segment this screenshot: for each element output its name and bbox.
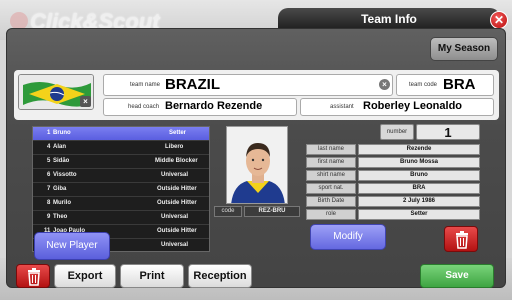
detail-row-birth-date[interactable]: Birth Date 2 July 1986 (306, 196, 480, 207)
clear-team-name-icon[interactable]: × (379, 79, 390, 90)
export-button[interactable]: Export (54, 264, 116, 288)
player-role: Libero (165, 144, 184, 150)
player-name: Murilo (53, 200, 71, 206)
player-role: Universal (161, 172, 189, 178)
player-role: Outside Hitter (157, 200, 197, 206)
player-row[interactable]: 8 Murilo Outside Hitter (33, 197, 209, 211)
head-coach-label: head coach (128, 104, 160, 110)
detail-label: first name (306, 157, 356, 168)
detail-value: Setter (358, 209, 480, 220)
detail-row-sport-nat[interactable]: sport nat. BRA (306, 183, 480, 194)
team-name-value: BRAZIL (165, 76, 220, 93)
detail-label: role (306, 209, 356, 220)
team-name-label: team name (130, 82, 161, 88)
detail-row-last-name[interactable]: last name Rezende (306, 144, 480, 155)
player-number: 4 (47, 144, 51, 150)
reception-button[interactable]: Reception (188, 264, 252, 288)
close-button[interactable]: ✕ (490, 11, 508, 29)
detail-label: Birth Date (306, 196, 356, 207)
detail-value: Bruno (358, 170, 480, 181)
player-row[interactable]: 4 Alan Libero (33, 141, 209, 155)
player-row[interactable]: 6 Vissotto Universal (33, 169, 209, 183)
player-code-value: REZ-BRU (244, 206, 300, 217)
assistant-label: assistant (330, 104, 354, 110)
detail-row-shirt-name[interactable]: shirt name Bruno (306, 170, 480, 181)
number-label: number (380, 124, 414, 140)
head-coach-value: Bernardo Rezende (165, 100, 263, 112)
detail-value: BRA (358, 183, 480, 194)
player-role: Outside Hitter (157, 186, 197, 192)
player-photo (226, 126, 288, 204)
player-role: Outside Hitter (157, 228, 197, 234)
player-name: Vissotto (53, 172, 77, 178)
player-number: 1 (47, 130, 51, 136)
team-code-value: BRA (443, 76, 476, 93)
player-code-label: code (214, 206, 242, 217)
player-number: 6 (47, 172, 51, 178)
detail-value: Rezende (358, 144, 480, 155)
player-role: Universal (161, 214, 189, 220)
player-role: Setter (169, 130, 187, 136)
trash-icon (456, 231, 468, 249)
detail-row-first-name[interactable]: first name Bruno Mossa (306, 157, 480, 168)
delete-player-button[interactable] (444, 226, 478, 252)
player-number: 8 (47, 200, 51, 206)
player-number: 9 (47, 214, 51, 220)
window-title: Team Info (278, 8, 500, 30)
player-portrait-icon (227, 127, 287, 203)
player-role: Universal (161, 242, 189, 248)
player-name: Bruno (53, 130, 71, 136)
number-value[interactable]: 1 (416, 124, 480, 140)
player-row[interactable]: 5 Sidão Middle Blocker (33, 155, 209, 169)
new-player-button[interactable]: New Player (34, 232, 110, 260)
remove-flag-icon[interactable]: × (80, 96, 91, 107)
detail-label: shirt name (306, 170, 356, 181)
player-name: Giba (53, 186, 67, 192)
player-row[interactable]: 1 Bruno Setter (33, 127, 209, 141)
detail-value: 2 July 1986 (358, 196, 480, 207)
print-button[interactable]: Print (120, 264, 184, 288)
detail-value: Bruno Mossa (358, 157, 480, 168)
trash-icon (28, 268, 40, 286)
detail-label: sport nat. (306, 183, 356, 194)
player-row[interactable]: 7 Giba Outside Hitter (33, 183, 209, 197)
team-code-label: team code (409, 82, 438, 88)
player-number: 5 (47, 158, 51, 164)
delete-team-button[interactable] (16, 264, 50, 288)
player-name: Alan (53, 144, 67, 150)
assistant-value: Roberley Leonaldo (363, 100, 463, 112)
player-number: 7 (47, 186, 51, 192)
detail-row-role[interactable]: role Setter (306, 209, 480, 220)
save-button[interactable]: Save (420, 264, 494, 288)
modify-button[interactable]: Modify (310, 224, 386, 250)
detail-label: last name (306, 144, 356, 155)
player-row[interactable]: 9 Theo Universal (33, 211, 209, 225)
my-season-button[interactable]: My Season (430, 37, 498, 61)
player-role: Middle Blocker (155, 158, 198, 164)
player-code: code REZ-BRU (214, 206, 300, 217)
player-name: Sidão (53, 158, 70, 164)
player-name: Theo (53, 214, 68, 220)
